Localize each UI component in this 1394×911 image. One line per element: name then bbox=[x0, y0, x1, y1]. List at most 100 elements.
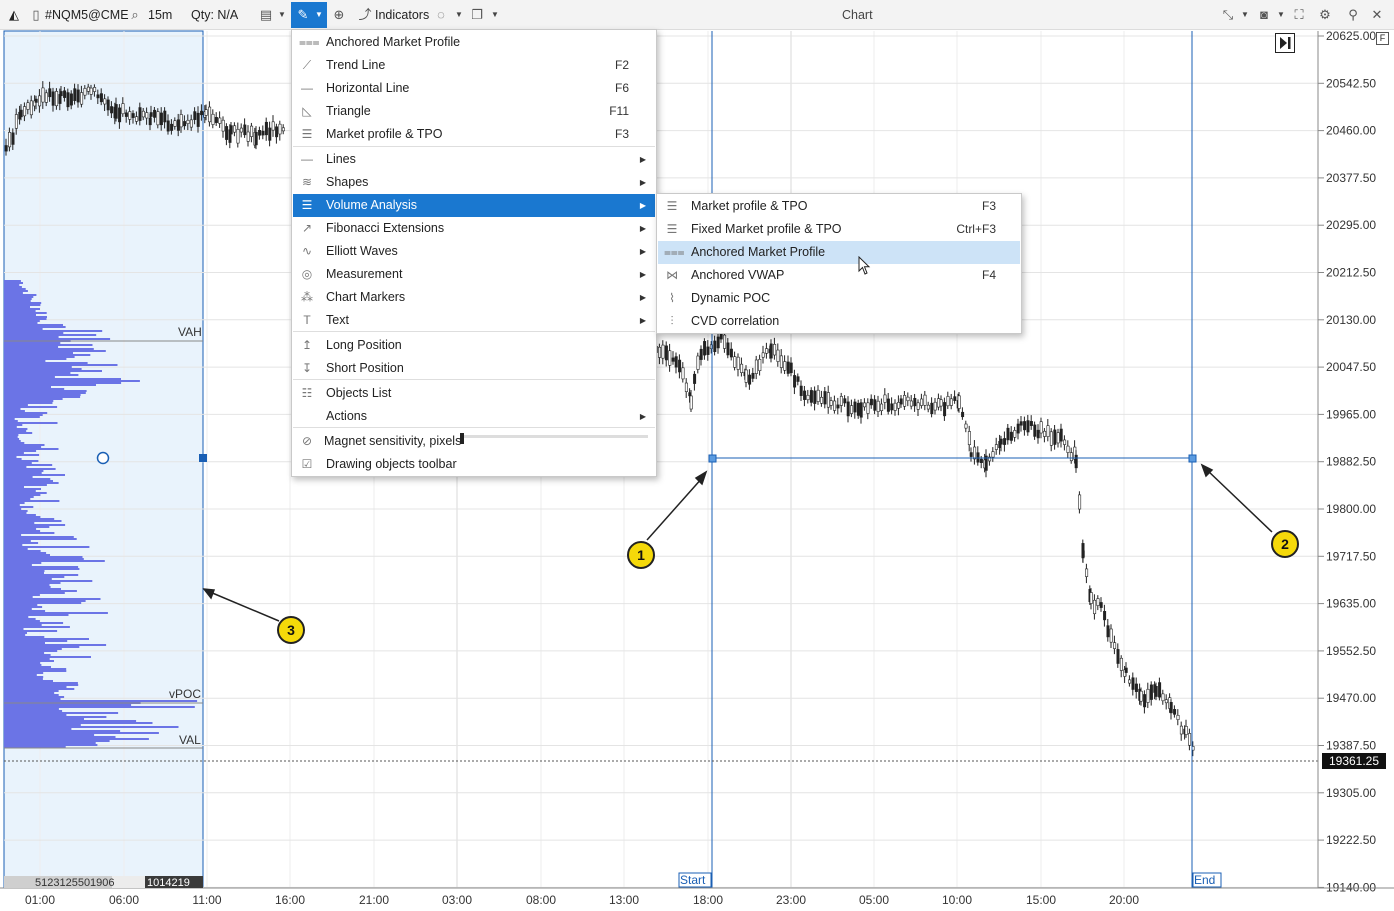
profile-resize-handle[interactable] bbox=[199, 454, 207, 462]
submenu-item[interactable]: ⌇ Dynamic POC bbox=[658, 287, 1020, 310]
menu-item-shortcut: F3 bbox=[614, 127, 629, 141]
menu-item-shortcut: F11 bbox=[609, 104, 629, 118]
menu-item-shortcut: F2 bbox=[614, 58, 629, 72]
lines-icon: — bbox=[301, 152, 313, 166]
submenu-item[interactable]: ⫶ CVD correlation bbox=[658, 310, 1020, 333]
profile-poc-handle[interactable] bbox=[96, 451, 110, 465]
menu-item[interactable]: ⊘ Magnet sensitivity, pixels bbox=[293, 430, 655, 453]
anchored-profile-icon: ⩶ bbox=[299, 35, 320, 49]
chevron-down-icon[interactable]: ▼ bbox=[1241, 0, 1249, 30]
price-axis-label: 20625.00 bbox=[1326, 29, 1376, 43]
chevron-down-icon[interactable]: ▼ bbox=[1277, 0, 1285, 30]
time-axis-label: 06:00 bbox=[109, 893, 139, 907]
camera-icon[interactable]: ◙ bbox=[1255, 6, 1273, 24]
horizontal-line-icon: — bbox=[301, 81, 313, 95]
chevron-down-icon[interactable]: ▼ bbox=[491, 0, 499, 30]
submenu-item[interactable]: ☰ Market profile & TPO F3 bbox=[658, 195, 1020, 218]
submenu-item[interactable]: ☰ Fixed Market profile & TPO Ctrl+F3 bbox=[658, 218, 1020, 241]
callout-badge: 2 bbox=[1271, 530, 1299, 558]
submenu-item-shortcut: Ctrl+F3 bbox=[956, 222, 996, 236]
menu-item-label: Text bbox=[326, 313, 349, 327]
menu-item[interactable]: ∿ Elliott Waves ▶ bbox=[293, 240, 655, 263]
menu-item[interactable]: ☷ Objects List bbox=[293, 382, 655, 405]
menu-item-label: Magnet sensitivity, pixels bbox=[324, 434, 462, 448]
anchor-start-handle[interactable] bbox=[708, 454, 717, 463]
app-logo-icon: ◭ bbox=[9, 7, 19, 22]
menu-item[interactable]: ◎ Measurement ▶ bbox=[293, 263, 655, 286]
submenu-item[interactable]: ⋈ Anchored VWAP F4 bbox=[658, 264, 1020, 287]
symbol-selector[interactable]: #NQM5@CME bbox=[45, 0, 129, 30]
f-button[interactable]: F bbox=[1376, 32, 1389, 45]
chevron-right-icon: ▶ bbox=[639, 224, 646, 233]
fullscreen-icon[interactable]: ⛶ bbox=[1290, 6, 1308, 24]
slider-knob[interactable] bbox=[460, 433, 464, 444]
menu-item-label: Shapes bbox=[326, 175, 369, 189]
menu-item[interactable]: ≋ Shapes ▶ bbox=[293, 171, 655, 194]
price-axis-label: 20130.00 bbox=[1326, 313, 1376, 327]
collapse-icon[interactable]: ⤡ bbox=[1219, 6, 1237, 24]
menu-item[interactable]: ☰ Market profile & TPO F3 bbox=[293, 123, 655, 146]
template-icon[interactable]: ▤ bbox=[257, 6, 275, 24]
menu-item[interactable]: ⁂ Chart Markers ▶ bbox=[293, 286, 655, 309]
menu-item[interactable]: ⟋ Trend Line F2 bbox=[293, 54, 655, 77]
search-icon[interactable]: ⌕ bbox=[126, 6, 144, 24]
indicators-icon[interactable]: ⤴ bbox=[356, 6, 374, 24]
menu-item[interactable]: ☰ Volume Analysis ▶ bbox=[293, 194, 655, 217]
price-axis-label: 19717.50 bbox=[1326, 549, 1376, 563]
menu-item[interactable]: ◺ Triangle F11 bbox=[293, 100, 655, 123]
window-title: Chart bbox=[842, 8, 873, 22]
menu-item[interactable]: T Text ▶ bbox=[293, 309, 655, 332]
menu-item[interactable]: — Horizontal Line F6 bbox=[293, 77, 655, 100]
close-icon[interactable]: ✕ bbox=[1368, 6, 1386, 24]
menu-item[interactable]: ↧ Short Position bbox=[293, 357, 655, 380]
menu-item-label: Fibonacci Extensions bbox=[326, 221, 445, 235]
price-axis-label: 19882.50 bbox=[1326, 455, 1376, 469]
drawing-tools-menu: ⩶ Anchored Market Profile ⟋ Trend Line F2 — Ho… bbox=[291, 29, 657, 477]
chevron-right-icon: ▶ bbox=[639, 293, 646, 302]
pencil-icon[interactable]: ✎ bbox=[294, 6, 312, 24]
chevron-down-icon[interactable]: ▼ bbox=[455, 0, 463, 30]
callout-badge: 3 bbox=[277, 616, 305, 644]
time-axis-label: 05:00 bbox=[859, 893, 889, 907]
indicators-button[interactable]: Indicators bbox=[375, 0, 429, 30]
price-axis-label: 20460.00 bbox=[1326, 124, 1376, 138]
menu-item[interactable]: ↗ Fibonacci Extensions ▶ bbox=[293, 217, 655, 240]
timeframe-selector[interactable]: 15m bbox=[148, 0, 172, 30]
price-axis-label: 20295.00 bbox=[1326, 218, 1376, 232]
menu-item[interactable]: Actions ▶ bbox=[293, 405, 655, 428]
menu-item[interactable]: ↥ Long Position bbox=[293, 334, 655, 357]
menu-separator bbox=[293, 427, 655, 428]
chevron-right-icon: ▶ bbox=[639, 201, 646, 210]
submenu-item-label: Market profile & TPO bbox=[691, 199, 808, 213]
crosshair-icon[interactable]: ◌ bbox=[432, 6, 450, 24]
anchor-end-label: End bbox=[1194, 873, 1215, 887]
menu-item[interactable]: ⩶ Anchored Market Profile bbox=[293, 31, 655, 54]
submenu-item-shortcut: F4 bbox=[981, 268, 996, 282]
magnet-icon: ⊘ bbox=[301, 434, 313, 448]
submenu-item[interactable]: ⩶ Anchored Market Profile bbox=[658, 241, 1020, 264]
price-axis-label: 19470.00 bbox=[1326, 691, 1376, 705]
chevron-down-icon[interactable]: ▼ bbox=[315, 0, 323, 30]
submenu-item-label: Anchored Market Profile bbox=[691, 245, 826, 259]
chevron-down-icon[interactable]: ▼ bbox=[278, 0, 286, 30]
menu-item[interactable]: — Lines ▶ bbox=[293, 148, 655, 171]
price-axis-label: 20212.50 bbox=[1326, 266, 1376, 280]
chevron-right-icon: ▶ bbox=[639, 270, 646, 279]
chevron-right-icon: ▶ bbox=[639, 178, 646, 187]
qty-label: Qty: N/A bbox=[191, 8, 239, 22]
chart-canvas[interactable]: VAH vPOC VAL 20625.0020542.5020460.00203… bbox=[0, 0, 1394, 911]
profile-footer-right: 1014219 bbox=[147, 877, 190, 889]
price-axis-label: 20542.50 bbox=[1326, 76, 1376, 90]
menu-item[interactable]: ☑ Drawing objects toolbar bbox=[293, 453, 655, 476]
scroll-to-end-button[interactable] bbox=[1275, 33, 1295, 53]
measurement-icon: ◎ bbox=[301, 267, 313, 281]
gear-icon[interactable]: ⚙ bbox=[1316, 6, 1334, 24]
zoom-icon[interactable]: ⊕ bbox=[330, 6, 348, 24]
magnet-sensitivity-slider[interactable] bbox=[460, 435, 648, 438]
pin-icon[interactable]: ⚲ bbox=[1344, 6, 1362, 24]
callout-badge: 1 bbox=[627, 541, 655, 569]
price-axis-label: 20377.50 bbox=[1326, 171, 1376, 185]
price-axis-label: 19387.50 bbox=[1326, 739, 1376, 753]
anchor-end-handle[interactable] bbox=[1188, 454, 1197, 463]
layout-icon[interactable]: ❐ bbox=[468, 6, 486, 24]
